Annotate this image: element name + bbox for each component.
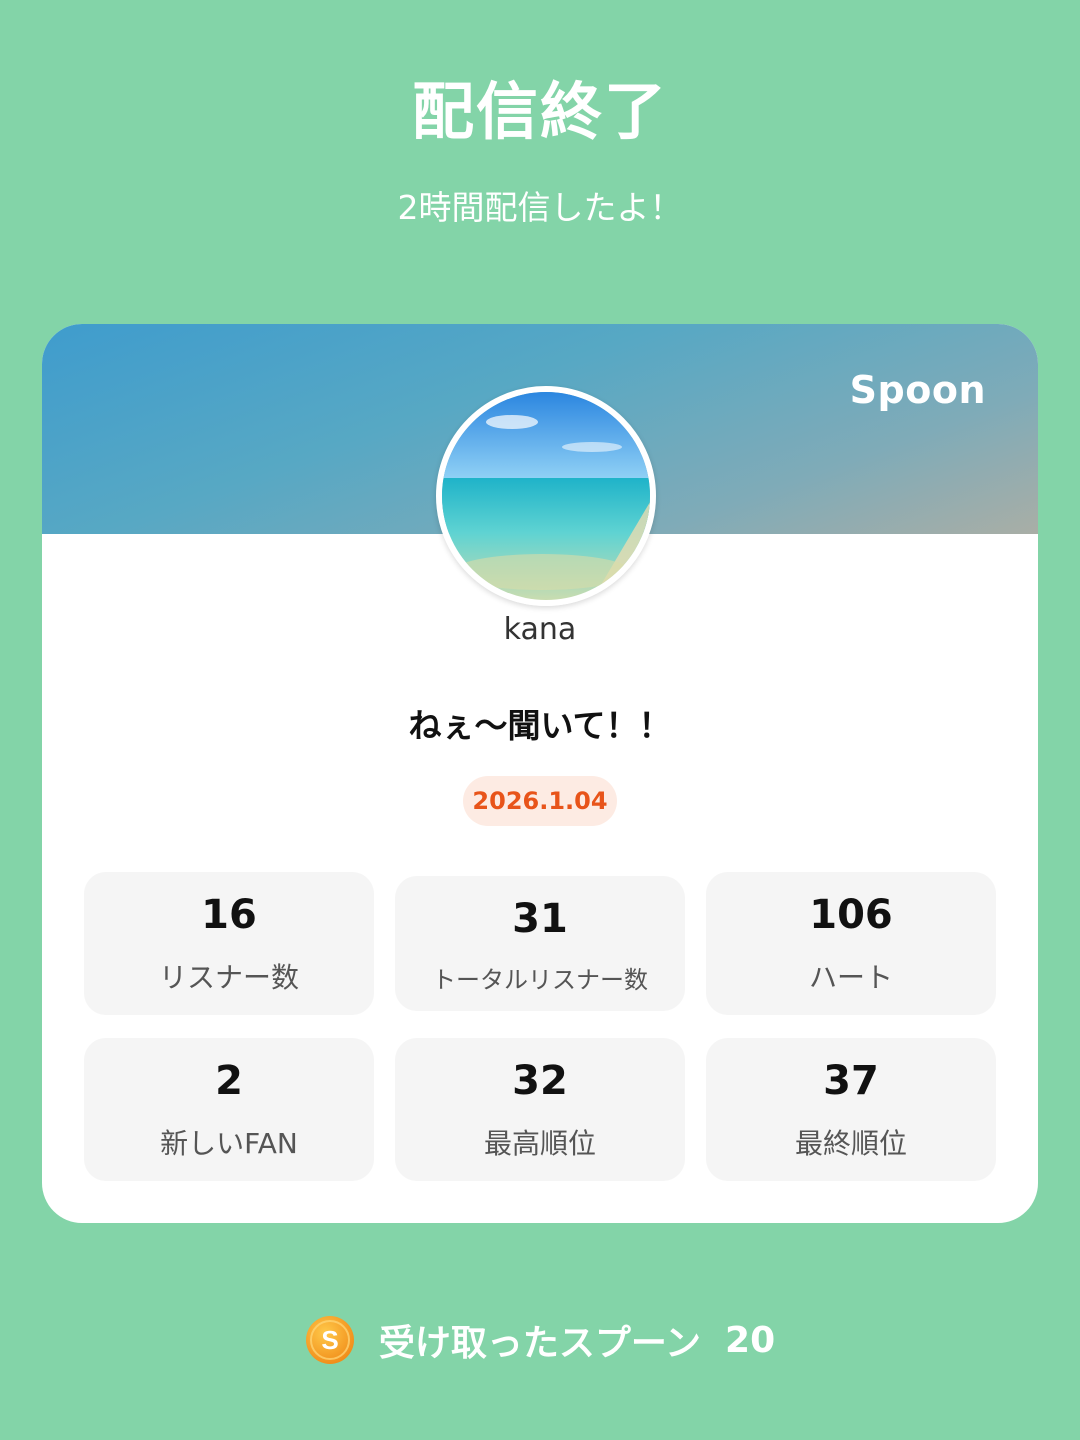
stat-value: 37 [823, 1058, 879, 1104]
svg-text:S: S [321, 1325, 338, 1355]
page-title: 配信終了 [411, 75, 668, 148]
date-badge: 2026.1.04 [463, 776, 617, 826]
stat-value: 2 [215, 1058, 243, 1104]
received-spoons-count: 20 [725, 1319, 776, 1361]
stat-label: 最終順位 [794, 1127, 907, 1160]
stat-value: 16 [201, 892, 257, 938]
stat-value: 32 [512, 1058, 568, 1104]
received-spoons: S 受け取ったスプーン 20 [0, 1310, 1080, 1370]
stat-hearts: 106 ハート [706, 872, 996, 1015]
stat-value: 106 [809, 892, 893, 938]
username: kana [503, 612, 577, 647]
spoon-coin-icon: S [305, 1316, 354, 1364]
stat-label: リスナー数 [158, 961, 299, 994]
stat-label: 最高順位 [483, 1127, 596, 1160]
avatar-image [442, 392, 650, 600]
stat-listeners: 16 リスナー数 [84, 872, 374, 1015]
stat-total-listeners: 31 トータルリスナー数 [395, 876, 685, 1011]
stat-label: トータルリスナー数 [432, 966, 648, 994]
avatar[interactable] [436, 386, 656, 606]
stat-final-rank: 37 最終順位 [706, 1038, 996, 1181]
brand-logo: Spoon [849, 368, 986, 412]
stat-value: 31 [512, 896, 568, 942]
stat-highest-rank: 32 最高順位 [395, 1038, 685, 1181]
stream-title: ねぇ～聞いて！！ [408, 706, 672, 745]
stat-label: 新しいFAN [160, 1127, 298, 1160]
broadcast-summary-card: Spoon kana ねぇ～聞いて！！ 2026.1.04 16 リスナー数 3… [42, 324, 1038, 1223]
stat-new-fans: 2 新しいFAN [84, 1038, 374, 1181]
page-subtitle: 2時間配信したよ！ [397, 188, 683, 227]
received-spoons-label: 受け取ったスプーン [378, 1323, 702, 1364]
stat-label: ハート [808, 961, 893, 994]
